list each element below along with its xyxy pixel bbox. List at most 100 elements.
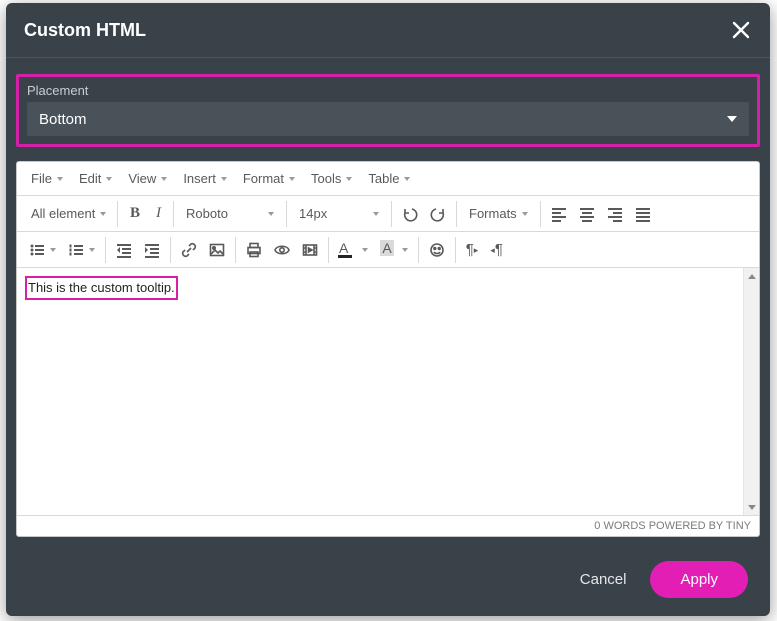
link-button[interactable]	[175, 237, 203, 263]
bold-icon: B	[130, 205, 140, 222]
menu-table[interactable]: Table	[360, 166, 418, 191]
apply-button[interactable]: Apply	[650, 561, 748, 598]
undo-button[interactable]	[396, 201, 424, 227]
align-center-button[interactable]	[573, 201, 601, 227]
caret-icon	[522, 212, 528, 216]
font-family-select[interactable]: Roboto	[178, 201, 282, 226]
outdent-button[interactable]	[110, 237, 138, 263]
align-left-button[interactable]	[545, 201, 573, 227]
italic-icon: I	[156, 205, 161, 222]
align-right-icon	[607, 206, 623, 222]
separator	[391, 201, 392, 227]
bold-button[interactable]: B	[122, 200, 148, 227]
rtl-button[interactable]: ◂¶	[484, 236, 509, 263]
modal-header: Custom HTML	[6, 3, 770, 58]
separator	[455, 237, 456, 263]
print-icon	[246, 242, 262, 258]
powered-by: POWERED BY TINY	[649, 520, 751, 532]
print-button[interactable]	[240, 237, 268, 263]
caret-icon	[373, 212, 379, 216]
caret-icon	[89, 248, 95, 252]
toolbar-row-1: All element B I Roboto 14px Formats	[17, 196, 759, 232]
separator	[540, 201, 541, 227]
menu-edit[interactable]: Edit	[71, 166, 120, 191]
image-button[interactable]	[203, 237, 231, 263]
placement-label: Placement	[27, 83, 749, 98]
placement-select[interactable]: Bottom	[27, 102, 749, 136]
scroll-down-button[interactable]	[744, 499, 760, 515]
word-count: 0 WORDS	[594, 520, 645, 532]
caret-icon	[50, 248, 56, 252]
triangle-up-icon	[748, 274, 756, 279]
media-button[interactable]	[296, 237, 324, 263]
modal-title: Custom HTML	[24, 20, 146, 41]
align-justify-button[interactable]	[629, 201, 657, 227]
separator	[173, 201, 174, 227]
separator	[456, 201, 457, 227]
triangle-down-icon	[748, 505, 756, 510]
modal-footer: Cancel Apply	[6, 545, 770, 616]
ltr-button[interactable]: ¶▸	[460, 236, 485, 263]
caret-icon	[362, 248, 368, 252]
separator	[170, 237, 171, 263]
modal: Custom HTML Placement Bottom File Edit V…	[6, 3, 770, 616]
separator	[105, 237, 106, 263]
editor-content[interactable]: This is the custom tooltip.	[17, 268, 743, 515]
align-left-icon	[551, 206, 567, 222]
caret-icon	[289, 177, 295, 181]
modal-body: Placement Bottom File Edit View Insert F…	[6, 58, 770, 545]
menu-bar: File Edit View Insert Format Tools Table	[17, 162, 759, 196]
scrollbar[interactable]	[743, 268, 759, 515]
background-color-button[interactable]: A	[374, 237, 413, 263]
separator	[117, 201, 118, 227]
menu-tools[interactable]: Tools	[303, 166, 360, 191]
redo-icon	[430, 206, 446, 222]
scroll-up-button[interactable]	[744, 268, 760, 284]
placement-value: Bottom	[39, 111, 87, 128]
menu-format[interactable]: Format	[235, 166, 303, 191]
editor: File Edit View Insert Format Tools Table…	[16, 161, 760, 537]
separator	[235, 237, 236, 263]
separator	[328, 237, 329, 263]
bullet-list-button[interactable]	[23, 237, 62, 263]
close-button[interactable]	[730, 19, 752, 41]
indent-icon	[144, 242, 160, 258]
element-select[interactable]: All element	[23, 201, 113, 226]
align-center-icon	[579, 206, 595, 222]
caret-icon	[106, 177, 112, 181]
pilcrow-ltr-icon: ¶▸	[466, 241, 479, 258]
close-icon	[730, 19, 752, 41]
redo-button[interactable]	[424, 201, 452, 227]
menu-file[interactable]: File	[23, 166, 71, 191]
text-color-button[interactable]: A	[333, 237, 374, 263]
caret-icon	[402, 248, 408, 252]
smiley-icon	[429, 242, 445, 258]
formats-select[interactable]: Formats	[461, 201, 536, 226]
numbered-list-icon	[68, 242, 84, 258]
undo-icon	[402, 206, 418, 222]
editor-text: This is the custom tooltip.	[25, 276, 178, 300]
numbered-list-button[interactable]	[62, 237, 101, 263]
status-bar: 0 WORDS POWERED BY TINY	[17, 515, 759, 536]
text-color-icon: A	[339, 240, 348, 256]
indent-button[interactable]	[138, 237, 166, 263]
align-justify-icon	[635, 206, 651, 222]
italic-button[interactable]: I	[148, 200, 169, 227]
align-right-button[interactable]	[601, 201, 629, 227]
toolbar-row-2: A A ¶▸ ◂¶	[17, 232, 759, 268]
background-color-icon: A	[380, 240, 393, 256]
font-size-select[interactable]: 14px	[291, 201, 387, 226]
emoticons-button[interactable]	[423, 237, 451, 263]
media-icon	[302, 242, 318, 258]
menu-insert[interactable]: Insert	[175, 166, 235, 191]
preview-button[interactable]	[268, 237, 296, 263]
caret-icon	[161, 177, 167, 181]
cancel-button[interactable]: Cancel	[570, 563, 637, 596]
menu-view[interactable]: View	[120, 166, 175, 191]
eye-icon	[274, 242, 290, 258]
caret-icon	[100, 212, 106, 216]
pilcrow-rtl-icon: ◂¶	[490, 241, 503, 258]
link-icon	[181, 242, 197, 258]
caret-icon	[57, 177, 63, 181]
editor-body: This is the custom tooltip.	[17, 268, 759, 515]
